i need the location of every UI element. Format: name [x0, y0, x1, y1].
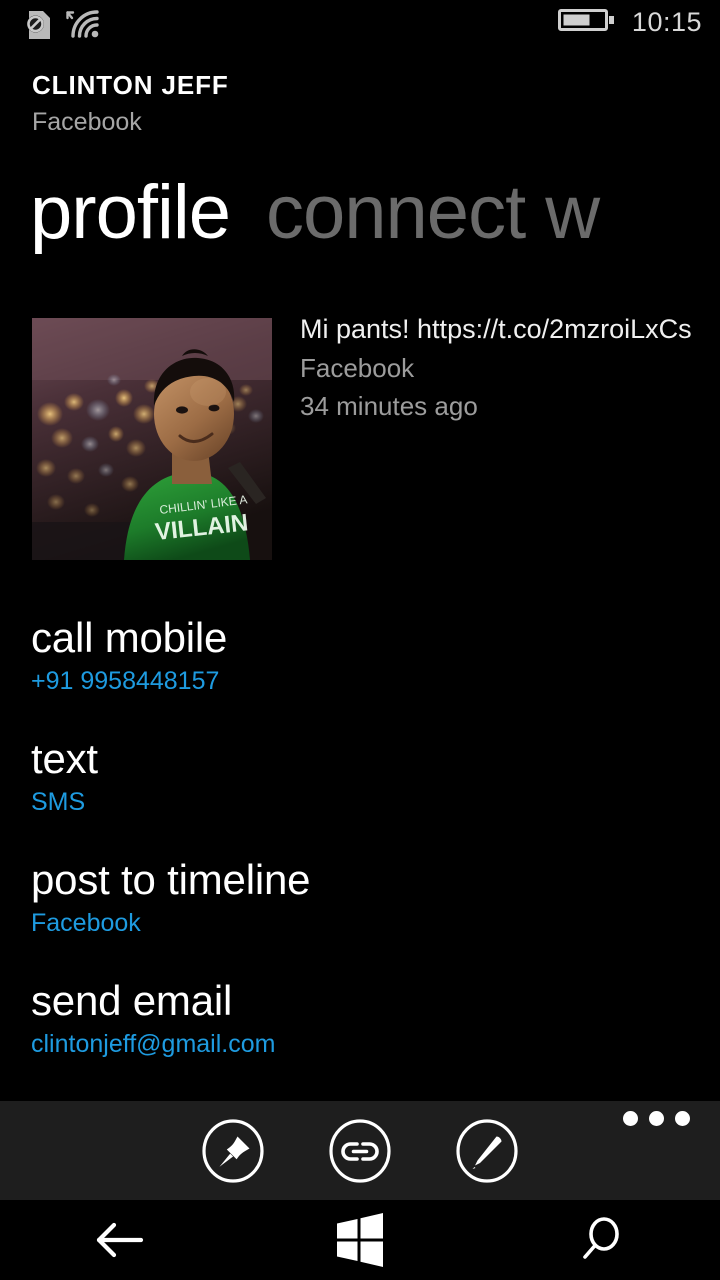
contact-name: CLINTON JEFF	[32, 70, 229, 100]
post-text-block: Mi pants! https://t.co/2mzroiLxCs Facebo…	[300, 312, 720, 423]
action-item-send-email[interactable]: send email clintonjeff@gmail.com	[31, 975, 720, 1060]
wifi-icon	[64, 9, 106, 46]
action-subtitle: +91 9958448157	[31, 667, 220, 695]
status-bar-left-icons	[22, 9, 106, 46]
action-list: call mobile +91 9958448157 text SMS post…	[31, 612, 720, 1096]
app-bar	[0, 1101, 720, 1200]
navigation-bar	[0, 1200, 720, 1280]
pin-icon	[202, 1118, 264, 1183]
action-title: send email	[31, 977, 233, 1024]
no-sim-icon	[22, 9, 52, 46]
action-subtitle: Facebook	[31, 909, 141, 937]
back-arrow-icon	[96, 1222, 144, 1258]
more-dot-1	[623, 1111, 638, 1126]
contact-source: Facebook	[32, 108, 142, 136]
post-body: Mi pants! https://t.co/2mzroiLxCs	[300, 314, 692, 344]
search-icon	[583, 1217, 619, 1259]
post-source: Facebook	[300, 353, 415, 383]
action-item-text[interactable]: text SMS	[31, 733, 720, 818]
status-bar-clock: 10:15	[631, 7, 702, 37]
pin-button[interactable]	[197, 1115, 269, 1187]
pivot-header: profile connect w	[0, 160, 720, 265]
action-subtitle: clintonjeff@gmail.com	[31, 1030, 276, 1058]
search-button[interactable]	[530, 1200, 670, 1280]
pencil-icon	[456, 1118, 518, 1183]
start-button[interactable]	[290, 1200, 430, 1280]
edit-button[interactable]	[451, 1115, 523, 1187]
pivot-tab-profile[interactable]: profile	[30, 160, 231, 265]
status-bar: 10:15	[0, 0, 720, 52]
back-button[interactable]	[50, 1200, 190, 1280]
contact-header: CLINTON JEFF Facebook	[32, 70, 229, 137]
action-item-call-mobile[interactable]: call mobile +91 9958448157	[31, 612, 720, 697]
action-item-post-to-timeline[interactable]: post to timeline Facebook	[31, 854, 720, 939]
link-button[interactable]	[324, 1115, 396, 1187]
app-bar-buttons	[0, 1101, 720, 1200]
more-dot-3	[675, 1111, 690, 1126]
link-icon	[329, 1118, 391, 1183]
contact-photo[interactable]: CHILLIN' LIKE A VILLAIN	[32, 318, 272, 560]
action-title: text	[31, 735, 98, 782]
status-bar-right: 10:15	[557, 6, 702, 39]
phone-screen: 10:15 CLINTON JEFF Facebook profile conne…	[0, 0, 720, 1280]
action-title: post to timeline	[31, 856, 311, 903]
battery-icon	[557, 6, 616, 39]
post-timestamp: 34 minutes ago	[300, 391, 478, 421]
windows-logo-icon	[337, 1213, 383, 1267]
action-subtitle: SMS	[31, 788, 86, 816]
more-options-button[interactable]	[623, 1111, 690, 1126]
action-title: call mobile	[31, 614, 228, 661]
more-dot-2	[649, 1111, 664, 1126]
pivot-tab-connect-with[interactable]: connect w	[266, 160, 600, 265]
